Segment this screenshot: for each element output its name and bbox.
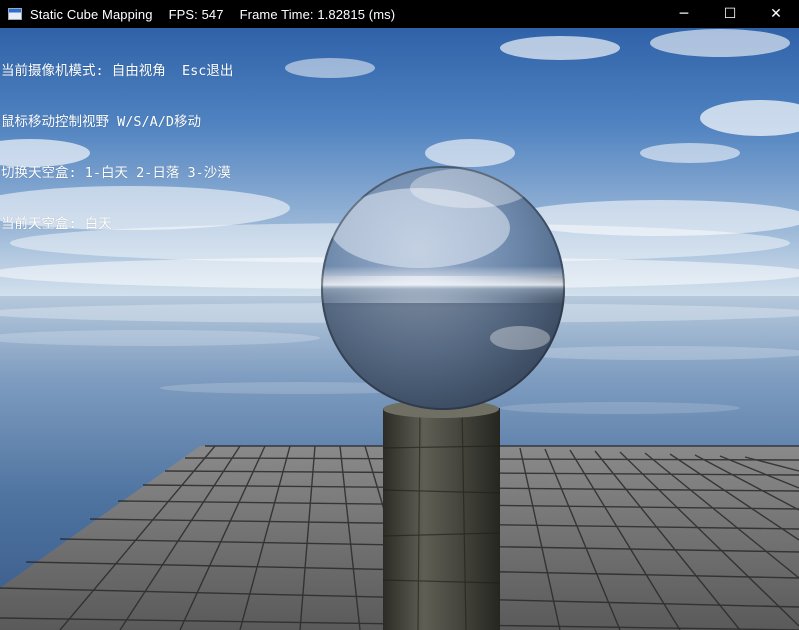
frame-time-readout: Frame Time: 1.82815 (ms): [239, 6, 396, 22]
stone-pillar: [383, 408, 500, 630]
minimize-button[interactable]: ─: [661, 0, 707, 28]
hud-current-skybox: 当前天空盒: 白天: [1, 216, 112, 232]
hud-skybox-switch: 切换天空盒: 1-白天 2-日落 3-沙漠: [1, 165, 231, 181]
app-window: Static Cube Mapping FPS: 547 Frame Time:…: [0, 0, 799, 630]
hud-camera-mode: 当前摄像机模式: 自由视角 Esc退出: [1, 63, 234, 79]
minimize-icon: ─: [679, 6, 689, 22]
render-viewport[interactable]: 当前摄像机模式: 自由视角 Esc退出 鼠标移动控制视野 W/S/A/D移动 切…: [0, 28, 799, 630]
title-bar[interactable]: Static Cube Mapping FPS: 547 Frame Time:…: [0, 0, 799, 28]
hud-overlay: 当前摄像机模式: 自由视角 Esc退出 鼠标移动控制视野 W/S/A/D移动 切…: [1, 29, 233, 267]
window-controls: ─ ☐ ✕: [661, 0, 799, 28]
close-icon: ✕: [770, 6, 782, 22]
close-button[interactable]: ✕: [753, 0, 799, 28]
hud-controls-hint: 鼠标移动控制视野 W/S/A/D移动: [1, 114, 202, 130]
window-title: Static Cube Mapping: [30, 6, 153, 22]
maximize-button[interactable]: ☐: [707, 0, 753, 28]
fps-readout: FPS: 547: [168, 6, 224, 22]
maximize-icon: ☐: [723, 6, 737, 22]
app-icon: [8, 8, 22, 20]
